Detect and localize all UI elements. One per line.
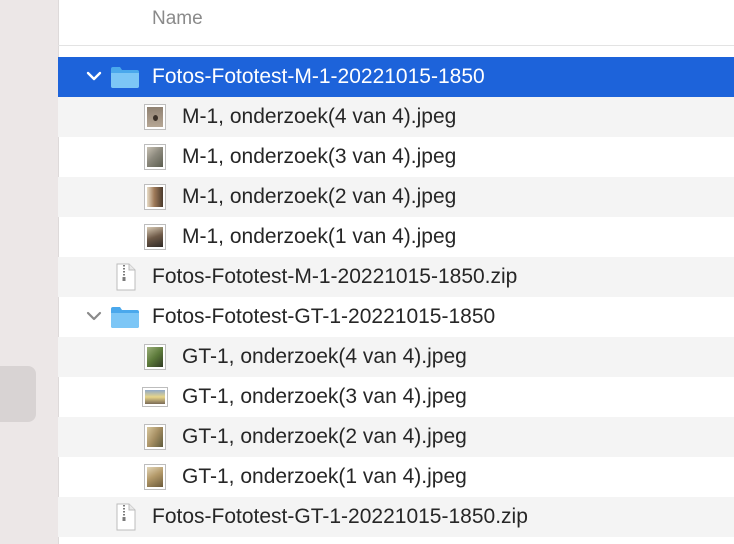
file-name-label: GT-1, onderzoek(1 van 4).jpeg [182, 465, 467, 488]
image-thumbnail-icon [142, 387, 168, 407]
file-row-image[interactable]: GT-1, onderzoek(3 van 4).jpeg [58, 377, 734, 417]
file-row-image[interactable]: GT-1, onderzoek(1 van 4).jpeg [58, 457, 734, 497]
file-name-label: M-1, onderzoek(3 van 4).jpeg [182, 145, 457, 168]
chevron-down-icon[interactable] [84, 65, 104, 87]
folder-row-gt1[interactable]: Fotos-Fototest-GT-1-20221015-1850 [58, 297, 734, 337]
folder-icon [111, 67, 139, 88]
sidebar [0, 0, 59, 544]
chevron-down-icon[interactable] [84, 305, 104, 327]
file-name-label: Fotos-Fototest-GT-1-20221015-1850.zip [152, 505, 528, 528]
file-rows: Fotos-Fototest-M-1-20221015-1850 M-1, on… [58, 57, 734, 537]
file-name-label: GT-1, onderzoek(3 van 4).jpeg [182, 385, 467, 408]
image-thumbnail-icon [144, 464, 166, 490]
file-row-image[interactable]: M-1, onderzoek(1 van 4).jpeg [58, 217, 734, 257]
column-header-name[interactable]: Name [152, 8, 203, 30]
file-list: Name Fotos-Fototest-M-1-20221015-1850 M-… [58, 0, 734, 544]
image-thumbnail-icon [144, 224, 166, 250]
file-name-label: Fotos-Fototest-M-1-20221015-1850 [152, 65, 485, 88]
file-name-label: Fotos-Fototest-GT-1-20221015-1850 [152, 305, 496, 328]
image-thumbnail-icon [144, 424, 166, 450]
file-name-label: M-1, onderzoek(2 van 4).jpeg [182, 185, 457, 208]
file-row-image[interactable]: GT-1, onderzoek(4 van 4).jpeg [58, 337, 734, 377]
file-name-label: GT-1, onderzoek(2 van 4).jpeg [182, 425, 467, 448]
file-row-zip[interactable]: Fotos-Fototest-GT-1-20221015-1850.zip [58, 497, 734, 537]
folder-icon [111, 307, 139, 328]
list-header: Name [58, 0, 734, 46]
folder-row-m1[interactable]: Fotos-Fototest-M-1-20221015-1850 [58, 57, 734, 97]
file-name-label: M-1, onderzoek(1 van 4).jpeg [182, 225, 457, 248]
image-thumbnail-icon [144, 104, 166, 130]
image-thumbnail-icon [144, 184, 166, 210]
zip-file-icon [116, 503, 136, 531]
file-row-zip[interactable]: Fotos-Fototest-M-1-20221015-1850.zip [58, 257, 734, 297]
image-thumbnail-icon [144, 344, 166, 370]
file-name-label: GT-1, onderzoek(4 van 4).jpeg [182, 345, 467, 368]
image-thumbnail-icon [144, 144, 166, 170]
sidebar-selected-item[interactable] [0, 366, 36, 422]
file-name-label: M-1, onderzoek(4 van 4).jpeg [182, 105, 457, 128]
file-row-image[interactable]: GT-1, onderzoek(2 van 4).jpeg [58, 417, 734, 457]
file-row-image[interactable]: M-1, onderzoek(2 van 4).jpeg [58, 177, 734, 217]
file-row-image[interactable]: M-1, onderzoek(3 van 4).jpeg [58, 137, 734, 177]
zip-file-icon [116, 263, 136, 291]
file-name-label: Fotos-Fototest-M-1-20221015-1850.zip [152, 265, 518, 288]
file-row-image[interactable]: M-1, onderzoek(4 van 4).jpeg [58, 97, 734, 137]
